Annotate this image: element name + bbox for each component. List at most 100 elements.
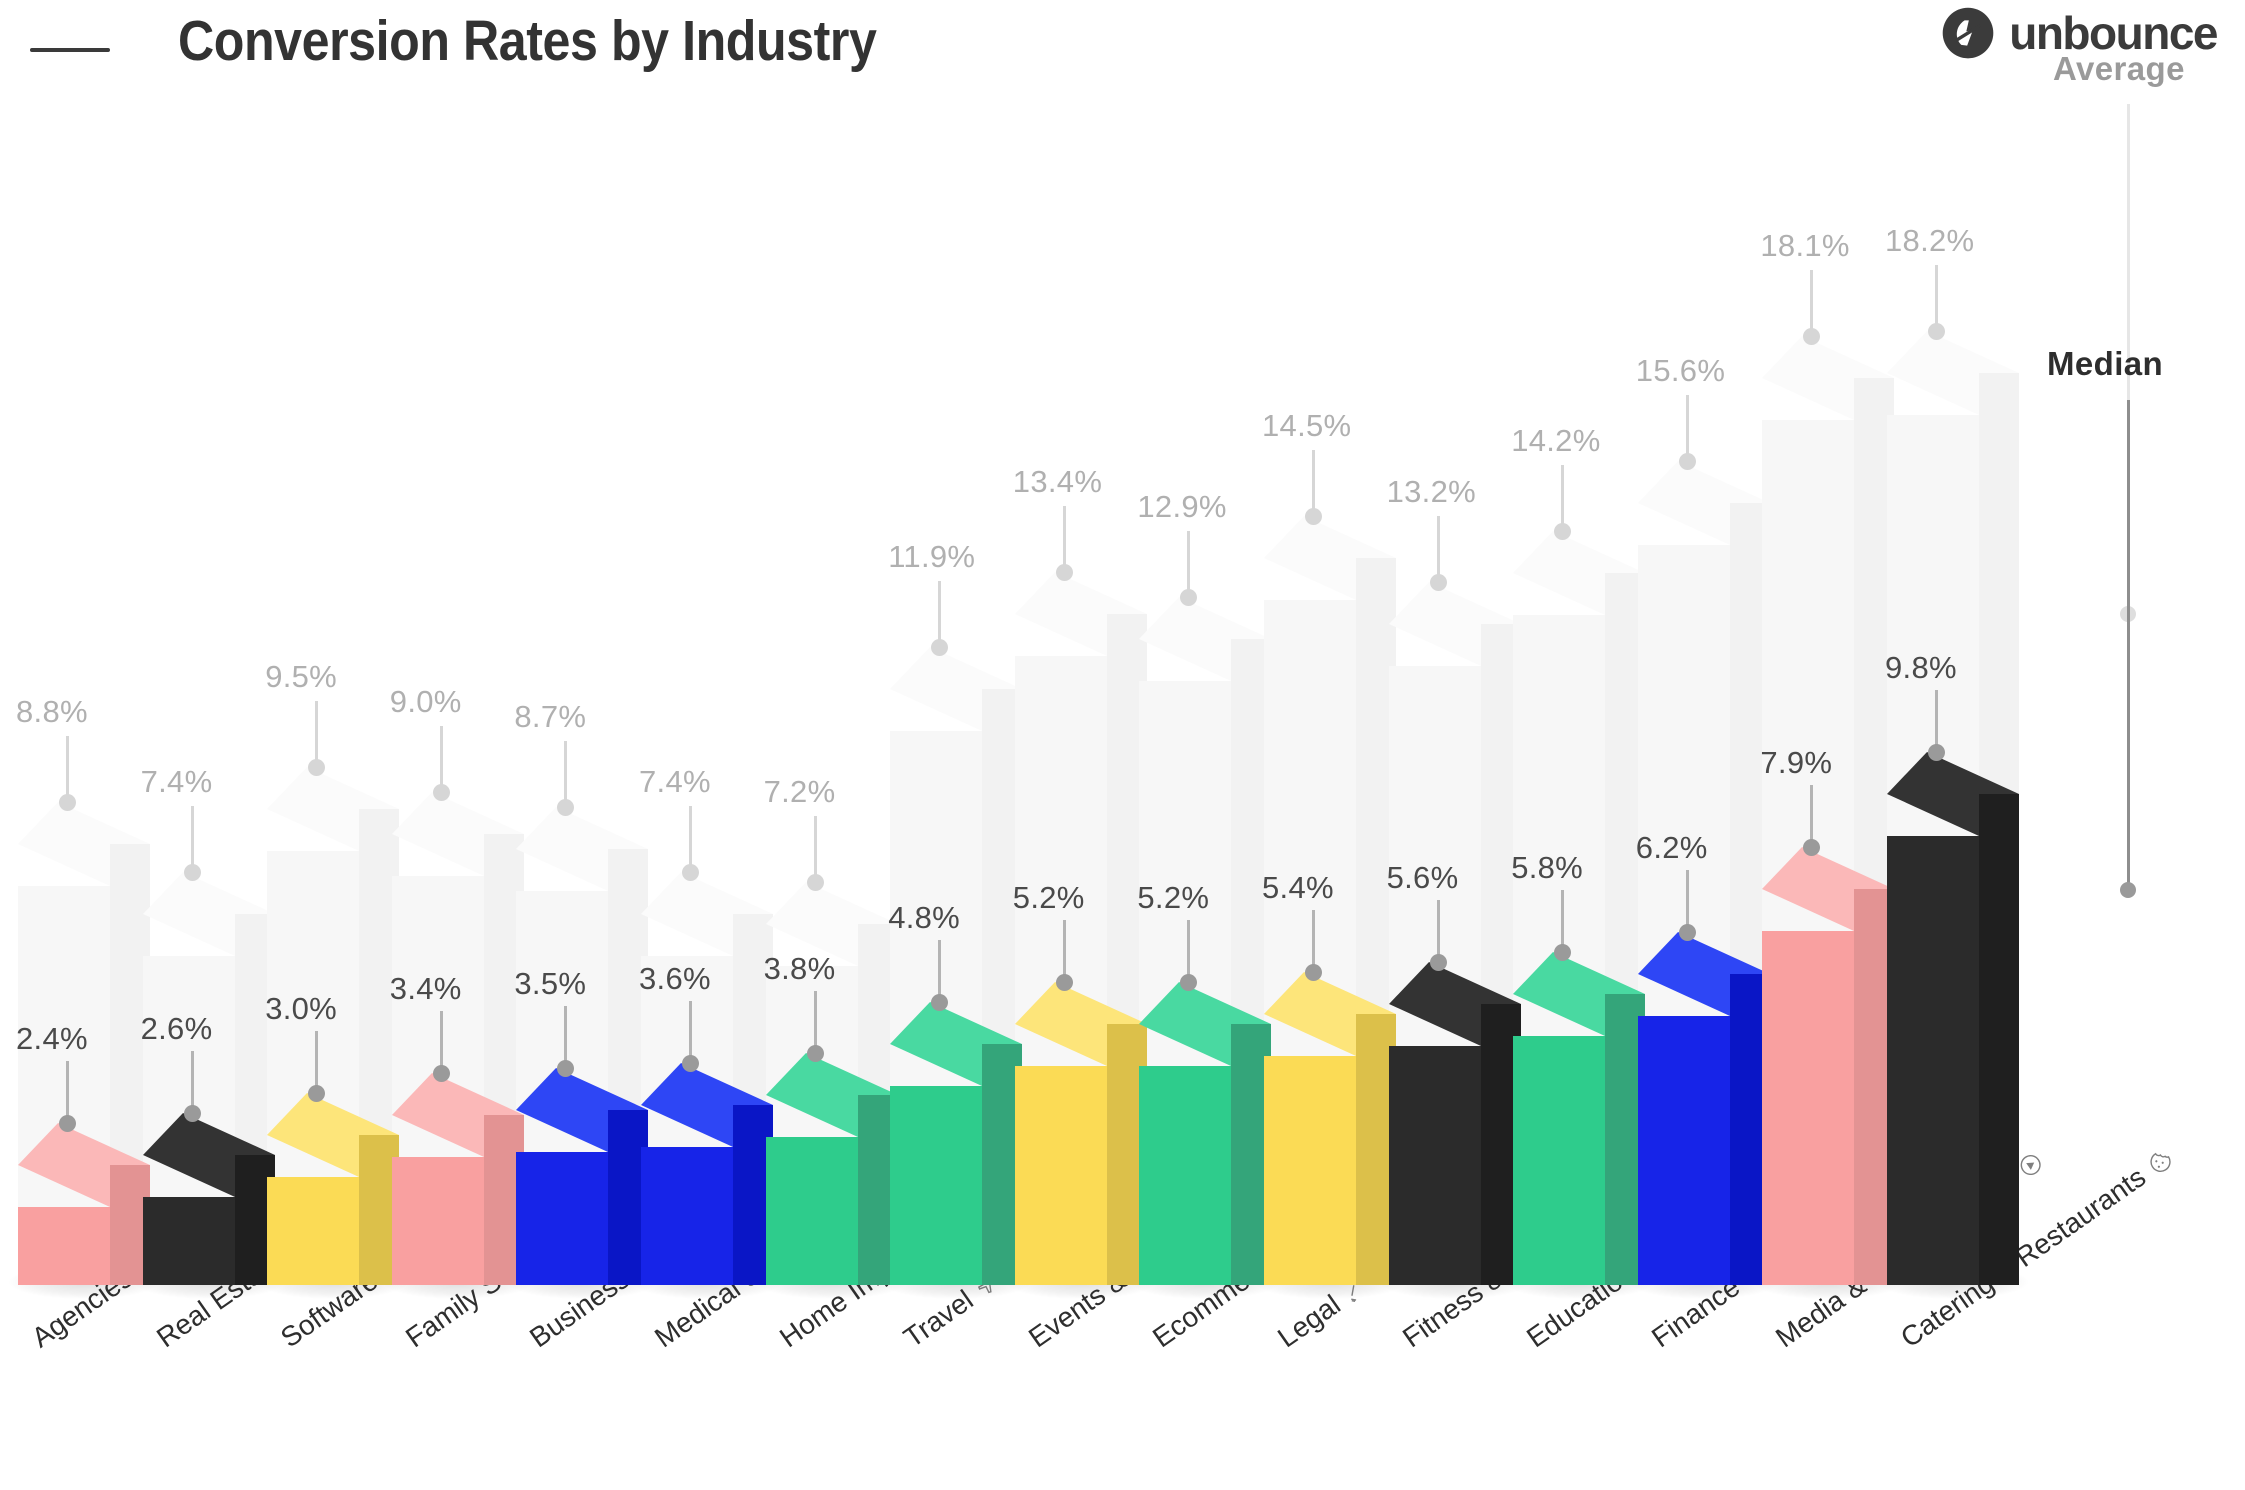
average-value-label: 7.4% bbox=[639, 764, 711, 800]
median-bar-prism bbox=[1388, 962, 1521, 1285]
bar-front-face bbox=[765, 1136, 858, 1285]
median-value-label: 3.8% bbox=[763, 950, 836, 986]
median-value-label: 9.8% bbox=[1885, 649, 1957, 685]
average-value-label: 9.0% bbox=[389, 684, 462, 719]
median-value-label: 7.9% bbox=[1760, 745, 1833, 781]
median-bar-prism bbox=[1887, 751, 2019, 1285]
median-connector-line bbox=[1810, 785, 1814, 848]
x-axis-labels: AgenciesReal EstateSoftware as a Service… bbox=[0, 1152, 2245, 1490]
average-marker-dot bbox=[1678, 453, 1696, 471]
median-bar-prism bbox=[18, 1122, 150, 1285]
average-marker-dot bbox=[308, 758, 326, 776]
average-connector-line bbox=[1062, 505, 1066, 572]
median-value-label: 5.2% bbox=[1012, 880, 1085, 916]
median-connector-line bbox=[315, 1030, 319, 1093]
median-connector-line bbox=[1685, 870, 1689, 933]
average-value-label: 9.5% bbox=[265, 658, 338, 694]
median-bar-prism bbox=[641, 1062, 773, 1285]
median-bar-prism bbox=[890, 1002, 1023, 1285]
bar-front-face bbox=[1139, 1066, 1232, 1285]
bar-front-face bbox=[516, 1151, 609, 1285]
average-connector-line bbox=[66, 736, 69, 803]
median-marker-dot bbox=[308, 1084, 326, 1102]
median-marker-dot bbox=[1429, 954, 1447, 972]
median-value-label: 5.6% bbox=[1386, 860, 1459, 896]
median-bar-prism bbox=[1513, 952, 1646, 1285]
median-marker-dot bbox=[183, 1104, 201, 1122]
median-connector-line bbox=[66, 1060, 69, 1123]
average-connector-line bbox=[315, 700, 319, 767]
median-connector-line bbox=[938, 940, 942, 1003]
average-connector-line bbox=[1685, 395, 1689, 462]
median-marker-dot bbox=[1678, 924, 1696, 942]
median-value-label: 4.8% bbox=[888, 900, 961, 936]
title-dash-decoration bbox=[30, 48, 110, 52]
median-value-label: 3.4% bbox=[389, 970, 462, 1006]
average-connector-line bbox=[1436, 515, 1440, 582]
legend-median-line bbox=[2127, 400, 2130, 890]
average-connector-line bbox=[1935, 265, 1938, 331]
median-bar-prism bbox=[1264, 972, 1396, 1285]
median-bar-prism bbox=[1139, 982, 1272, 1285]
median-connector-line bbox=[1561, 890, 1565, 953]
median-value-label: 2.6% bbox=[140, 1010, 213, 1046]
average-value-label: 11.9% bbox=[888, 538, 976, 574]
median-bar-prism bbox=[142, 1112, 275, 1285]
average-connector-line bbox=[1187, 530, 1191, 597]
average-connector-line bbox=[1312, 450, 1315, 517]
bar-front-face bbox=[18, 1206, 110, 1285]
chart-legend: Average Median bbox=[2005, 0, 2245, 1310]
average-value-label: 12.9% bbox=[1137, 488, 1227, 524]
average-value-label: 13.2% bbox=[1386, 473, 1476, 509]
median-bar-prism bbox=[1014, 982, 1147, 1285]
average-connector-line bbox=[1810, 270, 1814, 336]
average-marker-dot bbox=[432, 784, 450, 801]
median-bar-prism bbox=[267, 1092, 400, 1285]
average-marker-dot bbox=[1928, 323, 1945, 340]
average-marker-dot bbox=[806, 874, 824, 892]
bar-front-face bbox=[1637, 1016, 1730, 1285]
bar-side-face bbox=[1979, 793, 2019, 1285]
average-value-label: 18.2% bbox=[1885, 223, 1975, 258]
median-marker-dot bbox=[432, 1064, 450, 1082]
average-value-label: 8.7% bbox=[514, 699, 587, 735]
median-connector-line bbox=[689, 1000, 692, 1063]
median-value-label: 2.4% bbox=[16, 1020, 88, 1056]
median-bar-prism bbox=[1637, 932, 1770, 1285]
average-value-label: 7.2% bbox=[763, 774, 836, 810]
median-value-label: 5.2% bbox=[1137, 880, 1210, 916]
average-marker-dot bbox=[59, 794, 76, 812]
bar-front-face bbox=[1264, 1056, 1356, 1285]
bar-front-face bbox=[1014, 1066, 1107, 1285]
median-bar-prism bbox=[1762, 847, 1895, 1285]
bar-front-face bbox=[1887, 835, 1979, 1285]
median-bar-prism bbox=[765, 1052, 898, 1285]
legend-median-dot bbox=[2120, 882, 2136, 898]
legend-average-label: Average bbox=[2053, 50, 2185, 87]
average-value-label: 14.5% bbox=[1262, 408, 1352, 444]
average-connector-line bbox=[1561, 465, 1565, 532]
bar-front-face bbox=[1762, 931, 1855, 1285]
average-value-label: 15.6% bbox=[1635, 353, 1726, 389]
bar-front-face bbox=[1513, 1036, 1606, 1285]
average-connector-line bbox=[190, 806, 194, 873]
unbounce-logo-icon bbox=[1942, 7, 1994, 59]
chart-header: Conversion Rates by Industry unbounce bbox=[0, 0, 2245, 100]
average-marker-dot bbox=[931, 638, 949, 656]
median-marker-dot bbox=[682, 1054, 699, 1072]
average-marker-dot bbox=[1055, 563, 1073, 581]
average-marker-dot bbox=[183, 864, 201, 882]
median-value-label: 3.5% bbox=[514, 965, 587, 1001]
average-marker-dot bbox=[1180, 588, 1198, 606]
median-value-label: 3.0% bbox=[265, 990, 338, 1026]
bar-front-face bbox=[1388, 1046, 1481, 1285]
median-marker-dot bbox=[806, 1044, 824, 1062]
median-connector-line bbox=[1312, 910, 1315, 973]
average-connector-line bbox=[564, 741, 568, 808]
bar-front-face bbox=[391, 1156, 484, 1285]
median-connector-line bbox=[190, 1050, 194, 1113]
average-value-label: 8.8% bbox=[16, 694, 88, 730]
median-connector-line bbox=[1062, 920, 1066, 983]
median-connector-line bbox=[1187, 920, 1191, 983]
median-value-label: 3.6% bbox=[639, 960, 711, 996]
